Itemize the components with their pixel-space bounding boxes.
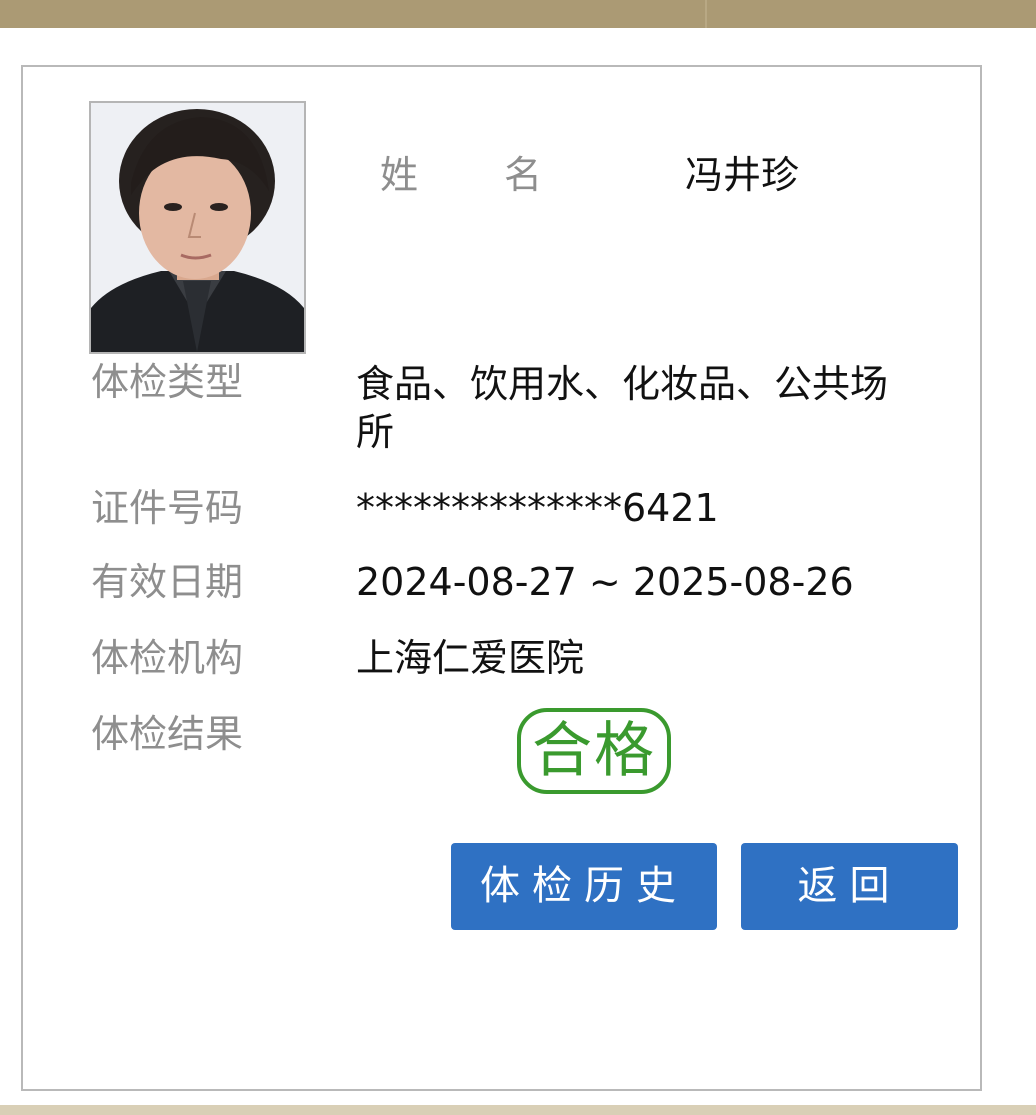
bottom-banner: [0, 1105, 1036, 1115]
back-button[interactable]: 返回: [741, 843, 958, 930]
institution-label: 体检机构: [91, 636, 244, 680]
exam-history-button[interactable]: 体检历史: [451, 843, 717, 930]
exam-type-label: 体检类型: [91, 360, 244, 404]
result-label: 体检结果: [91, 712, 244, 756]
result-stamp: 合格: [517, 708, 671, 794]
valid-period-label: 有效日期: [91, 560, 244, 604]
top-banner: [0, 0, 1036, 28]
id-number-value: **************6421: [356, 486, 719, 530]
banner-divider: [705, 0, 707, 28]
person-photo-icon: [91, 103, 304, 352]
id-number-label: 证件号码: [91, 486, 244, 530]
valid-period-value: 2024-08-27 ~ 2025-08-26: [356, 560, 854, 604]
name-label: 姓名: [380, 153, 629, 197]
profile-photo: [89, 101, 306, 354]
institution-value: 上海仁爱医院: [356, 636, 585, 680]
exam-type-value: 食品、饮用水、化妆品、公共场所: [356, 362, 889, 454]
name-value: 冯井珍: [685, 153, 800, 197]
